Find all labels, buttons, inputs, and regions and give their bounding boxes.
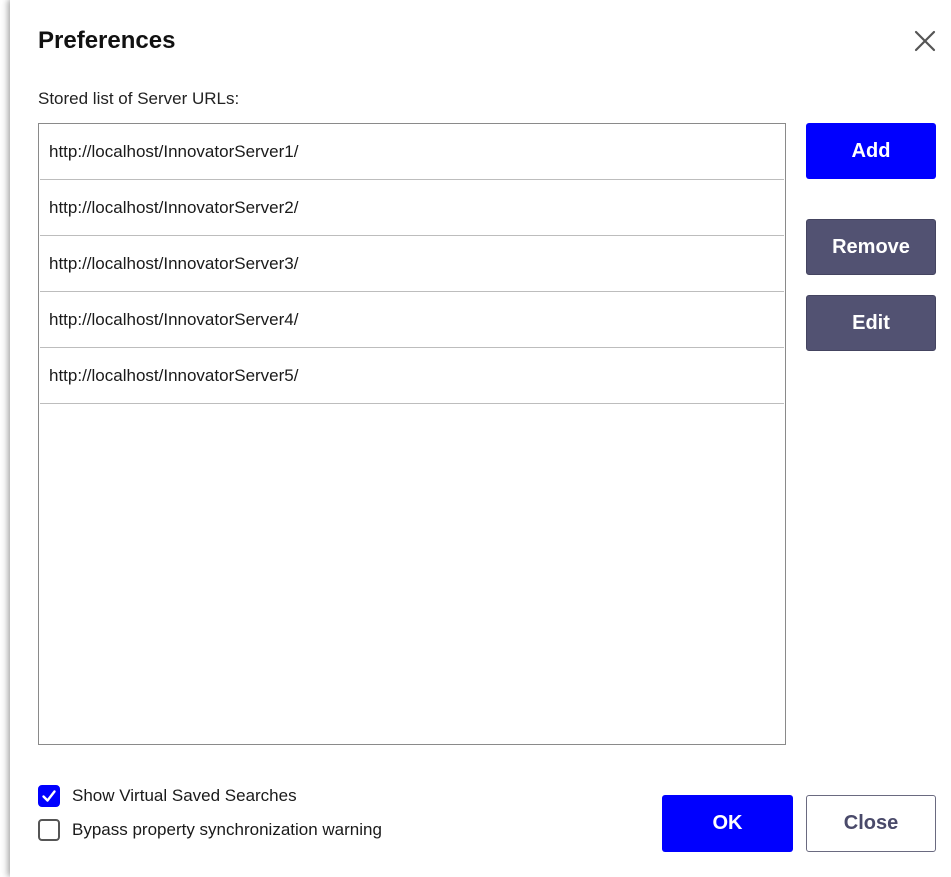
checkmark-icon [42,790,56,802]
preferences-dialog: Preferences Stored list of Server URLs: … [10,0,951,877]
server-url-item[interactable]: http://localhost/InnovatorServer3/ [40,236,784,292]
show-virtual-saved-searches-checkbox[interactable] [38,785,60,807]
add-button[interactable]: Add [806,123,936,179]
show-virtual-saved-searches-label: Show Virtual Saved Searches [72,786,297,805]
server-url-item[interactable]: http://localhost/InnovatorServer1/ [40,124,784,180]
bypass-sync-warning-checkbox[interactable] [38,819,60,841]
server-list-label: Stored list of Server URLs: [38,89,240,108]
ok-button[interactable]: OK [662,795,793,852]
bypass-sync-warning-option[interactable]: Bypass property synchronization warning [38,819,382,841]
bypass-sync-warning-label: Bypass property synchronization warning [72,820,382,839]
server-url-item[interactable]: http://localhost/InnovatorServer4/ [40,292,784,348]
remove-button[interactable]: Remove [806,219,936,275]
server-url-item[interactable]: http://localhost/InnovatorServer5/ [40,348,784,404]
edit-button[interactable]: Edit [806,295,936,351]
dialog-title: Preferences [38,27,176,54]
server-url-item[interactable]: http://localhost/InnovatorServer2/ [40,180,784,236]
show-virtual-saved-searches-option[interactable]: Show Virtual Saved Searches [38,785,297,807]
close-button[interactable]: Close [806,795,936,852]
server-url-list[interactable]: http://localhost/InnovatorServer1/ http:… [38,123,786,745]
close-x-icon[interactable] [913,29,937,53]
close-x-icon-glyph [914,30,936,52]
